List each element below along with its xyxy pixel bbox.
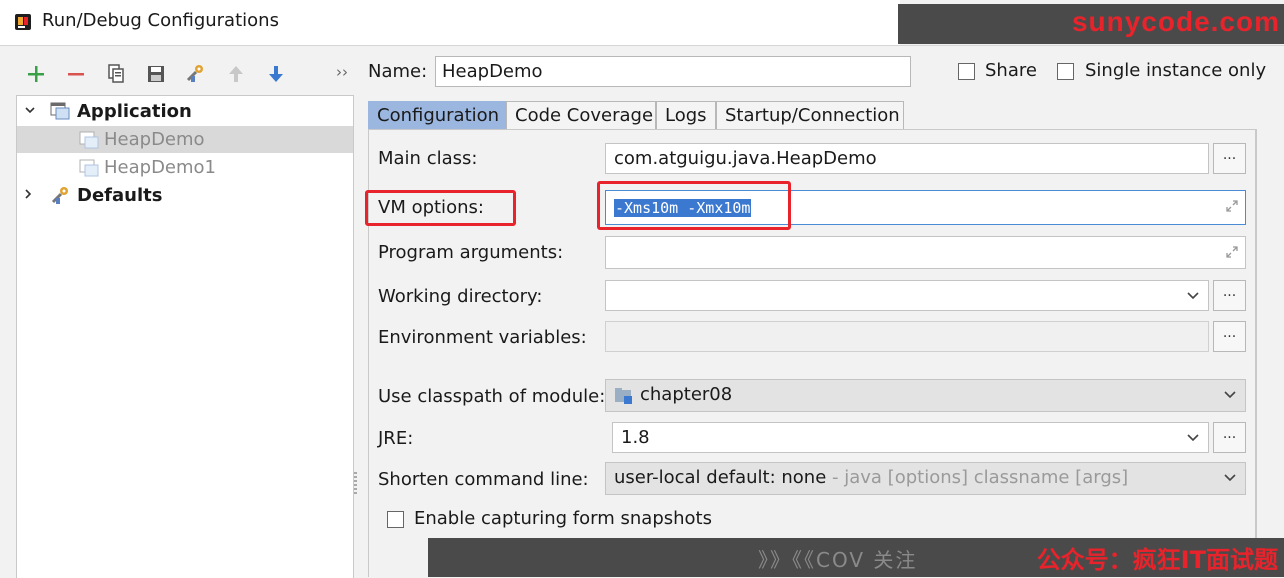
title-divider <box>0 45 1284 46</box>
main-class-input[interactable]: com.atguigu.java.HeapDemo <box>605 143 1209 174</box>
environment-variables-browse-button[interactable]: ... <box>1213 321 1246 352</box>
tab-configuration[interactable]: Configuration <box>368 101 506 129</box>
working-directory-label: Working directory: <box>378 286 543 307</box>
tree-node-heapdemo[interactable]: HeapDemo <box>17 126 353 153</box>
watermark-text: sunycode.com <box>1071 6 1280 37</box>
highlight-box-label <box>365 190 516 226</box>
config-tree: Application HeapDemo HeapDemo1 Defaults <box>16 95 354 578</box>
tab-code-coverage[interactable]: Code Coverage <box>506 101 656 129</box>
name-input[interactable]: HeapDemo <box>435 56 911 87</box>
move-down-icon <box>269 66 283 82</box>
shorten-command-line-hint: - java [options] classname [args] <box>826 467 1129 488</box>
remove-button[interactable] <box>62 60 90 88</box>
tree-node-heapdemo1[interactable]: HeapDemo1 <box>17 154 353 181</box>
capture-snapshots-checkbox[interactable] <box>387 511 404 528</box>
highlight-box-value <box>597 181 791 230</box>
program-arguments-label: Program arguments: <box>378 242 564 263</box>
tree-node-application[interactable]: Application <box>17 98 353 125</box>
chevron-down-icon <box>1224 474 1236 482</box>
working-directory-browse-button[interactable]: ... <box>1213 280 1246 311</box>
wrench-icon <box>51 187 68 204</box>
jre-browse-button[interactable]: ... <box>1213 422 1246 453</box>
jre-label: JRE: <box>378 428 414 449</box>
share-label[interactable]: Share <box>985 60 1037 81</box>
shorten-command-line-label: Shorten command line: <box>378 469 589 490</box>
chevron-down-icon <box>1187 292 1199 300</box>
jre-value: 1.8 <box>621 427 650 448</box>
save-button[interactable] <box>142 60 170 88</box>
run-config-icon <box>79 131 99 149</box>
move-up-button[interactable] <box>222 60 250 88</box>
main-class-label: Main class: <box>378 148 478 169</box>
move-up-icon <box>229 66 243 82</box>
environment-variables-label: Environment variables: <box>378 327 587 348</box>
chevron-down-icon <box>1187 434 1199 442</box>
panel-right-edge <box>1256 129 1257 577</box>
expand-icon[interactable] <box>1225 199 1239 213</box>
bottom-watermark-band: 》》《《COV 关注 公众号：疯狂IT面试题 <box>428 538 1284 577</box>
capture-snapshots-label[interactable]: Enable capturing form snapshots <box>414 508 712 529</box>
intellij-app-icon <box>15 14 31 30</box>
classpath-module-value: chapter08 <box>640 384 733 405</box>
single-instance-label[interactable]: Single instance only <box>1085 60 1266 81</box>
add-button[interactable] <box>22 60 50 88</box>
shorten-command-line-combo[interactable]: user-local default: none - java [options… <box>605 462 1246 495</box>
window-title: Run/Debug Configurations <box>42 10 279 31</box>
single-instance-checkbox[interactable] <box>1057 63 1074 80</box>
module-folder-icon <box>615 388 632 404</box>
classpath-module-combo[interactable]: chapter08 <box>605 379 1246 412</box>
share-checkbox[interactable] <box>958 63 975 80</box>
toolbar-overflow[interactable]: ›› <box>336 63 348 81</box>
jre-combo[interactable]: 1.8 <box>612 422 1209 453</box>
tab-logs[interactable]: Logs <box>656 101 716 129</box>
tree-label-heapdemo1: HeapDemo1 <box>104 157 216 178</box>
tree-label-heapdemo: HeapDemo <box>104 129 205 150</box>
collapse-arrow-icon[interactable] <box>23 104 37 120</box>
edit-defaults-button[interactable] <box>182 60 210 88</box>
watermark-band: sunycode.com <box>898 4 1284 44</box>
tree-label-defaults: Defaults <box>77 185 163 206</box>
move-down-button[interactable] <box>262 60 290 88</box>
run-config-icon <box>79 159 99 177</box>
tree-label-application: Application <box>77 101 192 122</box>
name-label: Name: <box>368 61 428 82</box>
title-bar: Run/Debug Configurations <box>0 0 900 45</box>
classpath-module-label: Use classpath of module: <box>378 386 606 407</box>
tab-startup-connection[interactable]: Startup/Connection <box>716 101 904 129</box>
bottom-watermark-text: 公众号：疯狂IT面试题 <box>1036 546 1278 574</box>
bottom-faded-text: 》》《《COV 关注 <box>758 548 918 572</box>
chevron-down-icon <box>1224 391 1236 399</box>
main-class-browse-button[interactable]: ... <box>1213 143 1246 174</box>
config-toolbar <box>22 60 290 88</box>
shorten-command-line-value: user-local default: none <box>614 467 827 488</box>
copy-button[interactable] <box>102 60 130 88</box>
add-icon <box>28 66 44 82</box>
tree-node-defaults[interactable]: Defaults <box>17 182 353 209</box>
wrench-icon <box>186 65 203 82</box>
working-directory-combo[interactable] <box>605 280 1209 311</box>
application-icon <box>50 102 70 120</box>
remove-icon <box>68 73 84 76</box>
save-icon <box>148 66 164 82</box>
program-arguments-input[interactable] <box>605 236 1246 269</box>
splitter-grip-icon[interactable] <box>354 472 357 496</box>
expand-icon[interactable] <box>1225 245 1239 259</box>
expand-arrow-icon[interactable] <box>21 188 35 204</box>
copy-icon <box>108 64 124 83</box>
environment-variables-input[interactable] <box>605 321 1209 352</box>
panel-splitter[interactable] <box>352 95 358 577</box>
